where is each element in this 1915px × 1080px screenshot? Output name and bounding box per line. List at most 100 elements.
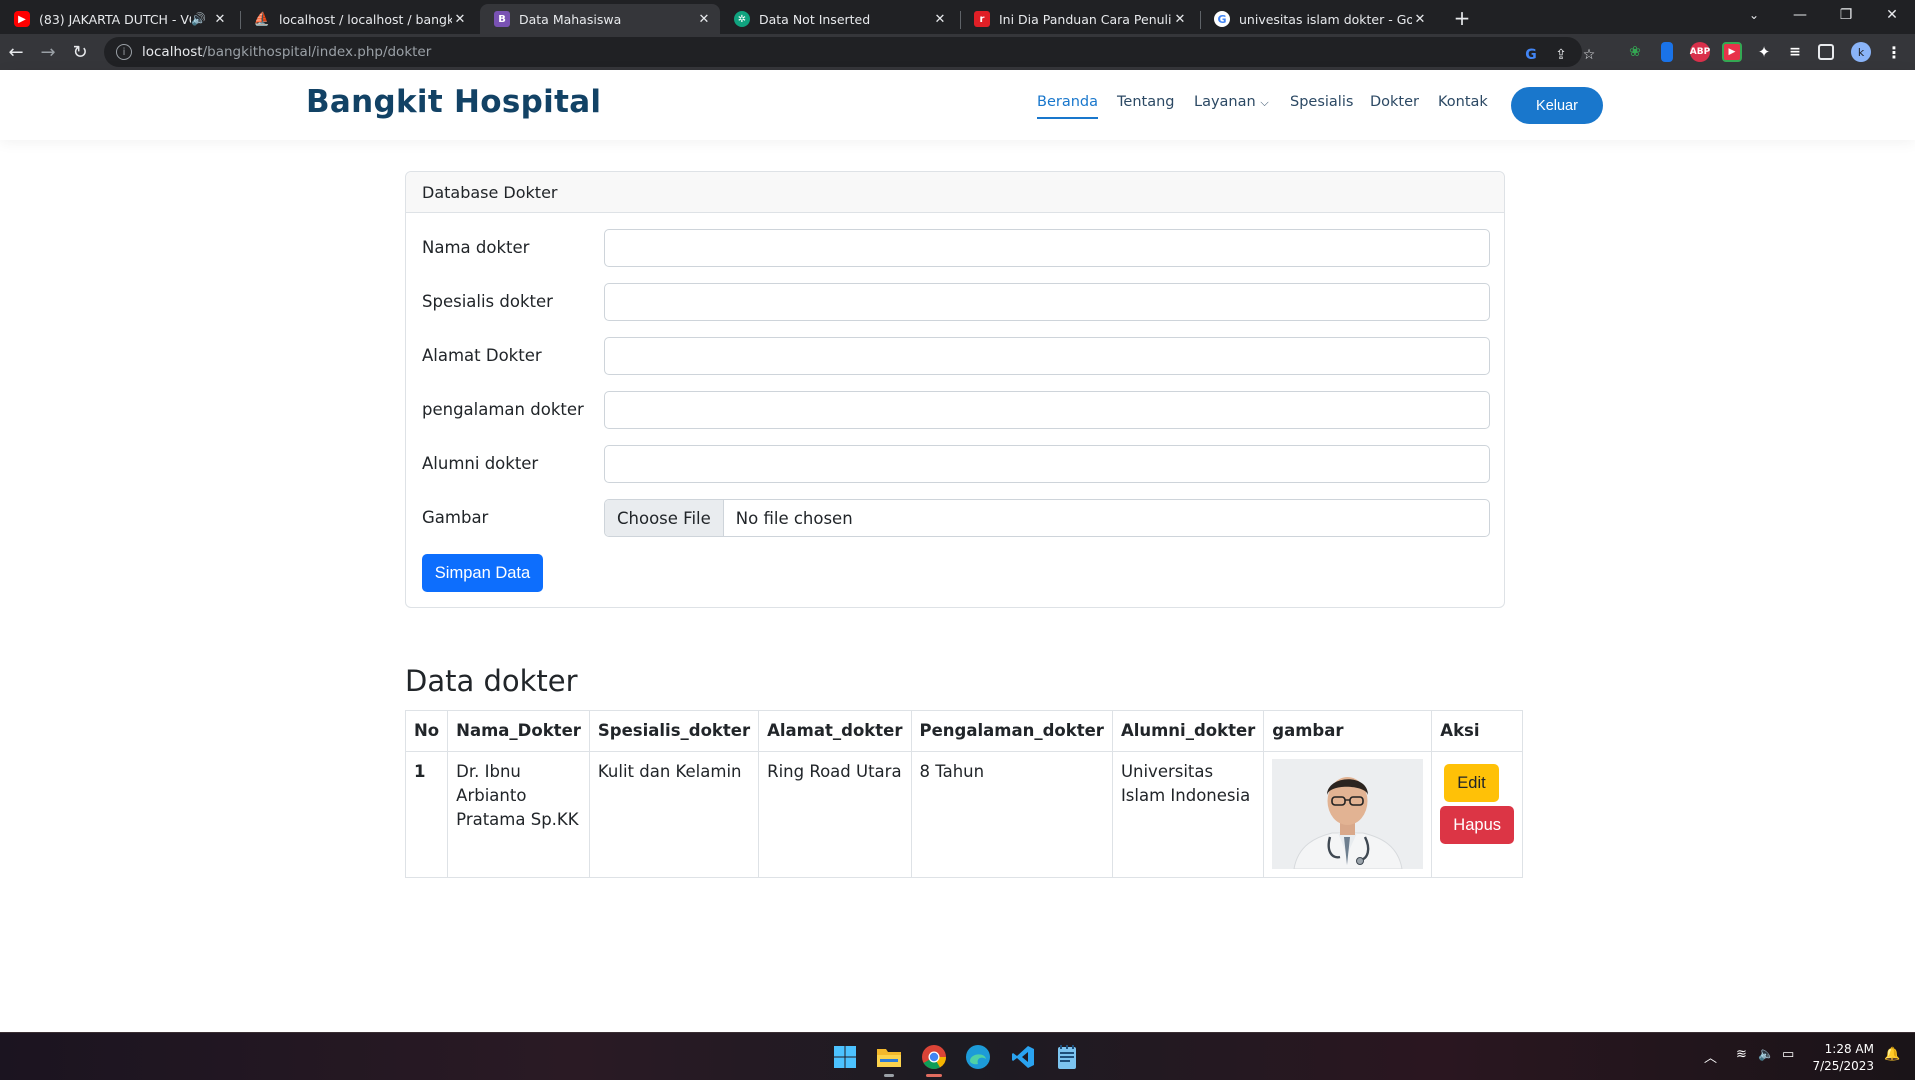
alamat-dokter-input[interactable] <box>604 337 1490 375</box>
card-header: Database Dokter <box>406 172 1504 213</box>
close-tab-icon[interactable]: ✕ <box>932 12 948 27</box>
nav-layanan[interactable]: Layanan ⌵ <box>1194 94 1269 110</box>
back-button[interactable]: ← <box>2 38 30 66</box>
folder-icon <box>877 1049 901 1067</box>
cell-aksi: Edit Hapus <box>1431 751 1523 878</box>
windows-start-icon[interactable] <box>829 1041 861 1073</box>
pengalaman-dokter-input[interactable] <box>604 391 1490 429</box>
tab-title: univesitas islam dokter - Google Search <box>1239 11 1412 27</box>
tab-data-not-inserted[interactable]: ✲ Data Not Inserted ✕ <box>720 4 956 34</box>
close-tab-icon[interactable]: ✕ <box>696 12 712 27</box>
choose-file-button[interactable]: Choose File <box>605 500 724 536</box>
nav-layanan-label: Layanan <box>1194 94 1256 110</box>
extension-leaf-icon[interactable]: ❀ <box>1625 42 1645 62</box>
vscode-logo-icon <box>1012 1046 1034 1068</box>
windows-taskbar: ︿ ≋ 🔈 ▭ 1:28 AM 7/25/2023 🔔 <box>0 1032 1915 1080</box>
bootstrap-icon: B <box>494 11 510 27</box>
profile-avatar[interactable]: k <box>1851 42 1871 62</box>
volume-icon[interactable]: 🔈 <box>1758 1047 1774 1062</box>
nama-label: Nama dokter <box>422 238 530 257</box>
tab-title: Data Not Inserted <box>759 11 871 27</box>
col-header-alumni: Alumni_dokter <box>1111 710 1265 752</box>
chrome-icon[interactable] <box>918 1041 950 1077</box>
edit-button[interactable]: Edit <box>1444 764 1499 802</box>
nav-tentang[interactable]: Tentang <box>1117 94 1174 110</box>
close-tab-icon[interactable]: ✕ <box>452 12 468 27</box>
doctor-form-card: Database Dokter Nama dokter Spesialis do… <box>405 171 1505 608</box>
tab-title: (83) JAKARTA DUTCH - VOL.2 <box>39 11 191 27</box>
bookmark-star-icon[interactable]: ☆ <box>1578 44 1600 66</box>
wifi-icon[interactable]: ≋ <box>1736 1047 1747 1062</box>
tab-google-search[interactable]: G univesitas islam dokter - Google Searc… <box>1200 4 1436 34</box>
edge-icon[interactable] <box>962 1041 994 1073</box>
forward-button[interactable]: → <box>34 38 62 66</box>
hapus-button[interactable]: Hapus <box>1440 806 1514 844</box>
site-info-icon[interactable]: i <box>116 44 132 60</box>
windows-logo-icon <box>834 1046 856 1068</box>
col-header-no: No <box>404 710 449 752</box>
alumni-label: Alumni dokter <box>422 454 539 473</box>
tab-data-mahasiswa[interactable]: B Data Mahasiswa ✕ <box>480 4 720 34</box>
tray-overflow-chevron-icon[interactable]: ︿ <box>1704 1047 1717 1066</box>
reading-list-icon[interactable]: ≡ <box>1785 42 1805 62</box>
notification-bell-icon[interactable]: 🔔 <box>1884 1047 1900 1062</box>
tab-search-icon[interactable]: ⌄ <box>1731 0 1777 30</box>
google-icon: G <box>1214 11 1230 27</box>
chevron-down-icon: ⌵ <box>1260 96 1269 109</box>
close-tab-icon[interactable]: ✕ <box>212 12 228 27</box>
simpan-data-button[interactable]: Simpan Data <box>422 554 543 592</box>
nav-beranda[interactable]: Beranda <box>1037 94 1098 119</box>
close-window-button[interactable]: ✕ <box>1869 0 1915 30</box>
cell-nama: Dr. Ibnu Arbianto Pratama Sp.KK <box>447 751 590 878</box>
r-icon: r <box>974 11 990 27</box>
restore-button[interactable]: ❐ <box>1823 0 1869 30</box>
gambar-file-input[interactable]: Choose File No file chosen <box>604 499 1490 537</box>
cell-spesialis: Kulit dan Kelamin <box>588 751 760 878</box>
spesialis-dokter-input[interactable] <box>604 283 1490 321</box>
nav-dokter[interactable]: Dokter <box>1370 94 1419 110</box>
vscode-icon[interactable] <box>1007 1041 1039 1073</box>
extensions-puzzle-icon[interactable]: ✦ <box>1754 42 1774 62</box>
table-title: Data dokter <box>405 664 578 698</box>
url-path: /bangkithospital/index.php/dokter <box>202 44 432 60</box>
nama-dokter-input[interactable] <box>604 229 1490 267</box>
doctor-photo <box>1272 759 1424 869</box>
new-tab-button[interactable]: + <box>1448 4 1476 32</box>
site-brand[interactable]: Bangkit Hospital <box>306 84 601 120</box>
cell-no: 1 <box>404 751 449 878</box>
tab-panduan-gelar[interactable]: r Ini Dia Panduan Cara Penulisan Gelar ✕ <box>960 4 1196 34</box>
cell-alumni: Universitas Islam Indonesia <box>1111 751 1265 878</box>
address-bar[interactable]: i localhost/bangkithospital/index.php/do… <box>104 37 1595 67</box>
close-tab-icon[interactable]: ✕ <box>1412 12 1428 27</box>
extension-record-icon[interactable]: ▶ <box>1722 42 1742 62</box>
browser-tab-strip: ▶ (83) JAKARTA DUTCH - VOL.2 🔊 ✕ ⛵ local… <box>0 0 1915 34</box>
minimize-button[interactable]: — <box>1777 0 1823 30</box>
tab-title: localhost / localhost / bangkithospital <box>279 11 452 27</box>
side-panel-icon[interactable] <box>1818 44 1834 60</box>
nav-spesialis[interactable]: Spesialis <box>1290 94 1353 110</box>
alumni-dokter-input[interactable] <box>604 445 1490 483</box>
share-icon[interactable]: ⇪ <box>1550 44 1572 66</box>
adblock-icon[interactable]: ABP <box>1690 42 1710 62</box>
tab-phpmyadmin[interactable]: ⛵ localhost / localhost / bangkithospita… <box>240 4 476 34</box>
logout-button[interactable]: Keluar <box>1511 87 1603 124</box>
close-tab-icon[interactable]: ✕ <box>1172 12 1188 27</box>
battery-icon[interactable]: ▭ <box>1782 1047 1794 1062</box>
cell-alamat: Ring Road Utara <box>758 751 912 878</box>
speaker-icon[interactable]: 🔊 <box>191 12 206 26</box>
col-header-gambar: gambar <box>1263 710 1433 752</box>
col-header-aksi: Aksi <box>1431 710 1523 752</box>
cell-gambar <box>1263 751 1433 878</box>
menu-kebab-icon[interactable]: ⋮ <box>1884 42 1904 62</box>
tab-title: Ini Dia Panduan Cara Penulisan Gelar <box>999 11 1172 27</box>
tab-youtube[interactable]: ▶ (83) JAKARTA DUTCH - VOL.2 🔊 ✕ <box>0 4 236 34</box>
google-lens-icon[interactable]: G <box>1520 44 1542 66</box>
col-header-pengalaman: Pengalaman_dokter <box>910 710 1113 752</box>
reload-button[interactable]: ↻ <box>66 38 94 66</box>
system-clock[interactable]: 1:28 AM 7/25/2023 <box>1812 1041 1874 1075</box>
nav-kontak[interactable]: Kontak <box>1438 94 1488 110</box>
extension-doc-icon[interactable] <box>1661 42 1673 62</box>
file-explorer-icon[interactable] <box>873 1041 905 1077</box>
browser-toolbar: ← → ↻ i localhost/bangkithospital/index.… <box>0 34 1915 70</box>
notepad-icon[interactable] <box>1051 1041 1083 1073</box>
